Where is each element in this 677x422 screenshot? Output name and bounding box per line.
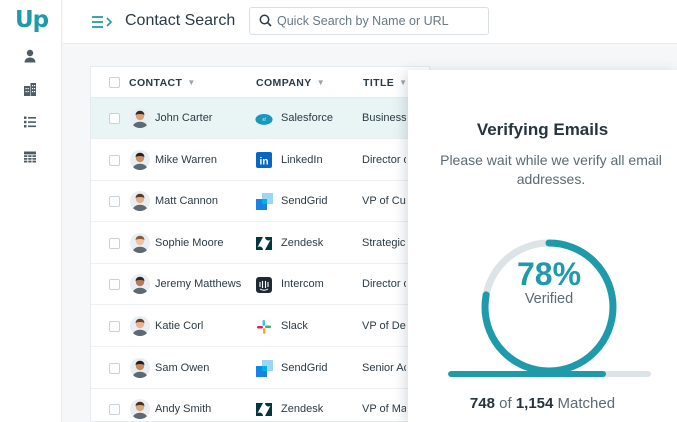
avatar <box>130 316 150 336</box>
zendesk-logo <box>255 401 273 418</box>
contact-title: Business Development <box>362 112 406 124</box>
row-checkbox[interactable] <box>109 113 120 124</box>
left-rail: Up <box>0 0 62 422</box>
verifying-emails-modal: Verifying Emails Please wait while we ve… <box>408 70 677 422</box>
contact-title: VP of Customer Success <box>362 195 406 208</box>
chevron-down-icon: ▼ <box>316 78 326 87</box>
progress-percent: 78% <box>516 256 582 292</box>
chevron-down-icon: ▼ <box>187 78 196 87</box>
table-row[interactable]: Katie Corl Slack VP of Design <box>91 306 429 347</box>
progress-bar <box>448 371 651 377</box>
table-row[interactable]: Mike Warren in LinkedIn Director of Sales <box>91 140 429 181</box>
contact-name[interactable]: John Carter <box>155 112 212 124</box>
table-row[interactable]: Andy Smith Zendesk VP of Marketing <box>91 389 429 422</box>
contact-name[interactable]: Sophie Moore <box>155 237 224 249</box>
table-row[interactable]: Sophie Moore Zendesk Strategic Accounts <box>91 223 429 264</box>
page-title: Contact Search <box>125 12 236 29</box>
avatar <box>130 191 150 212</box>
list-icon[interactable] <box>22 114 38 130</box>
contact-name[interactable]: Matt Cannon <box>155 195 218 207</box>
company-name[interactable]: Zendesk <box>281 403 323 415</box>
row-checkbox[interactable] <box>109 237 120 249</box>
row-checkbox[interactable] <box>109 404 120 416</box>
contact-title: Strategic Accounts <box>362 236 406 249</box>
row-checkbox[interactable] <box>109 196 120 208</box>
row-checkbox[interactable] <box>109 321 120 332</box>
avatar <box>130 357 150 378</box>
contact-title: VP of Design <box>362 320 406 332</box>
avatar <box>130 149 150 170</box>
company-name[interactable]: Salesforce <box>281 112 333 124</box>
row-checkbox[interactable] <box>109 154 120 166</box>
intercom-logo <box>255 276 273 293</box>
contact-title: VP of Marketing <box>362 403 406 416</box>
svg-text:in: in <box>260 157 269 168</box>
avatar <box>130 108 150 128</box>
table-row[interactable]: Sam Owen SendGrid Senior Account Executive <box>91 348 429 389</box>
contact-name[interactable]: Sam Owen <box>155 362 209 374</box>
company-name[interactable]: Intercom <box>281 278 324 290</box>
sendgrid-logo <box>255 359 273 377</box>
contact-name[interactable]: Mike Warren <box>155 154 217 166</box>
contact-title: Director of Sales <box>362 153 406 166</box>
row-checkbox[interactable] <box>109 362 120 374</box>
matched-count: 748 of 1,154 Matched <box>469 395 616 412</box>
company-name[interactable]: SendGrid <box>281 195 327 207</box>
linkedin-logo: in <box>255 152 273 169</box>
app-logo[interactable]: Up <box>15 7 49 33</box>
select-all-checkbox[interactable] <box>109 77 120 88</box>
progress-status-label: Verified <box>524 291 574 307</box>
person-icon[interactable] <box>22 48 38 64</box>
top-bar: Contact Search <box>63 0 677 44</box>
zendesk-logo <box>255 235 273 252</box>
search-icon <box>259 14 272 27</box>
table-row[interactable]: Jeremy Matthews Intercom Director of Marke… <box>91 264 429 306</box>
column-header-title[interactable]: TITLE ▼ <box>363 77 408 89</box>
modal-title: Verifying Emails <box>476 120 609 139</box>
building-icon[interactable] <box>22 81 38 97</box>
avatar <box>130 232 150 253</box>
column-header-company[interactable]: COMPANY ▼ <box>256 77 325 89</box>
sendgrid-logo <box>255 193 273 211</box>
company-name[interactable]: SendGrid <box>281 362 327 374</box>
modal-message: Please wait while we verify all email ad… <box>440 152 662 187</box>
table-row[interactable]: Matt Cannon SendGrid VP of Customer Succes… <box>91 181 429 223</box>
chevron-down-icon: ▼ <box>399 78 408 87</box>
company-name[interactable]: LinkedIn <box>281 154 323 166</box>
contacts-table: CONTACT ▼ COMPANY ▼ TITLE ▼ John Carter sf Sa… <box>90 66 430 422</box>
contact-title: Senior Account Executive <box>362 361 406 374</box>
table-row[interactable]: John Carter sf Salesforce Business Developm… <box>91 98 429 139</box>
search-input[interactable] <box>277 13 482 29</box>
avatar <box>130 399 150 420</box>
contact-name[interactable]: Jeremy Matthews <box>155 278 241 290</box>
search-box[interactable] <box>249 7 489 35</box>
progress-bar-fill <box>448 371 607 377</box>
contact-name[interactable]: Katie Corl <box>155 320 203 332</box>
salesforce-logo: sf <box>255 110 273 127</box>
table-icon[interactable] <box>22 149 38 165</box>
company-name[interactable]: Zendesk <box>281 237 323 249</box>
column-header-contact[interactable]: CONTACT ▼ <box>129 77 196 89</box>
contact-title: Director of Marketing <box>362 278 406 291</box>
slack-logo <box>255 318 273 335</box>
avatar <box>130 274 150 295</box>
row-checkbox[interactable] <box>109 279 120 291</box>
contact-name[interactable]: Andy Smith <box>155 403 211 415</box>
menu-toggle-icon[interactable] <box>91 13 117 31</box>
company-name[interactable]: Slack <box>281 320 308 332</box>
table-header: CONTACT ▼ COMPANY ▼ TITLE ▼ <box>91 67 429 98</box>
